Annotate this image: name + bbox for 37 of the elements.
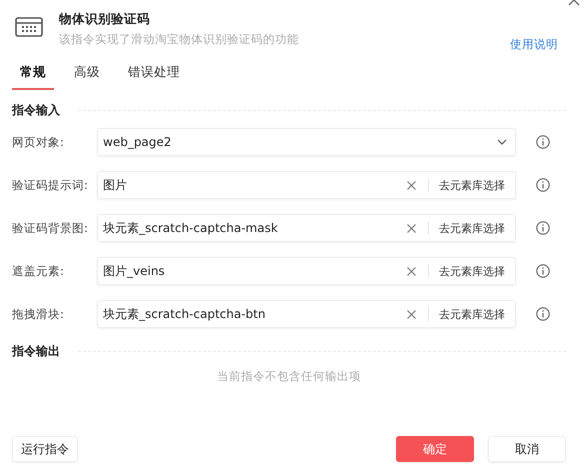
input-field[interactable]: 图片 去元素库选择	[97, 171, 516, 199]
element-library-button[interactable]: 去元素库选择	[433, 220, 507, 236]
field-label: 验证码背景图:	[12, 220, 89, 236]
info-icon[interactable]	[536, 178, 550, 192]
dialog-description: 该指令实现了滑动淘宝物体识别验证码的功能	[59, 31, 300, 47]
section-title: 指令输入	[12, 102, 60, 118]
dialog-title: 物体识别验证码	[59, 10, 151, 28]
clear-icon[interactable]	[407, 180, 416, 190]
info-icon[interactable]	[536, 135, 550, 149]
info-icon[interactable]	[536, 264, 550, 278]
clear-icon[interactable]	[407, 266, 416, 276]
field-label: 网页对象:	[12, 134, 65, 150]
input-field[interactable]: 块元素_scratch-captcha-mask 去元素库选择	[97, 214, 516, 242]
field-label: 验证码提示词:	[12, 178, 89, 192]
input-field[interactable]: 块元素_scratch-captcha-btn 去元素库选择	[97, 300, 516, 328]
element-library-button[interactable]: 去元素库选择	[433, 178, 507, 192]
chevron-down-icon	[497, 139, 507, 145]
close-icon[interactable]	[568, 0, 580, 6]
field-label: 拖拽滑块:	[12, 306, 65, 322]
keyboard-icon	[15, 17, 43, 37]
element-library-button[interactable]: 去元素库选择	[433, 306, 507, 322]
select-field[interactable]: web_page2	[97, 128, 516, 156]
input-field[interactable]: 图片_veins 去元素库选择	[97, 257, 516, 285]
empty-message: 当前指令不包含任何输出项	[216, 369, 362, 384]
tab[interactable]: 常规	[12, 64, 54, 90]
element-library-button[interactable]: 去元素库选择	[433, 264, 507, 278]
tab[interactable]: 高级	[66, 64, 108, 90]
field-label: 遮盖元素:	[12, 264, 65, 278]
info-icon[interactable]	[536, 221, 550, 235]
run-button[interactable]: 运行指令	[12, 436, 78, 462]
clear-icon[interactable]	[407, 310, 416, 318]
cancel-button[interactable]: 取消	[488, 436, 566, 462]
section-title: 指令输出	[12, 342, 60, 360]
clear-icon[interactable]	[407, 224, 416, 232]
tab[interactable]: 错误处理	[120, 64, 188, 90]
info-icon[interactable]	[536, 307, 550, 321]
help-link[interactable]: 使用说明	[510, 37, 558, 52]
